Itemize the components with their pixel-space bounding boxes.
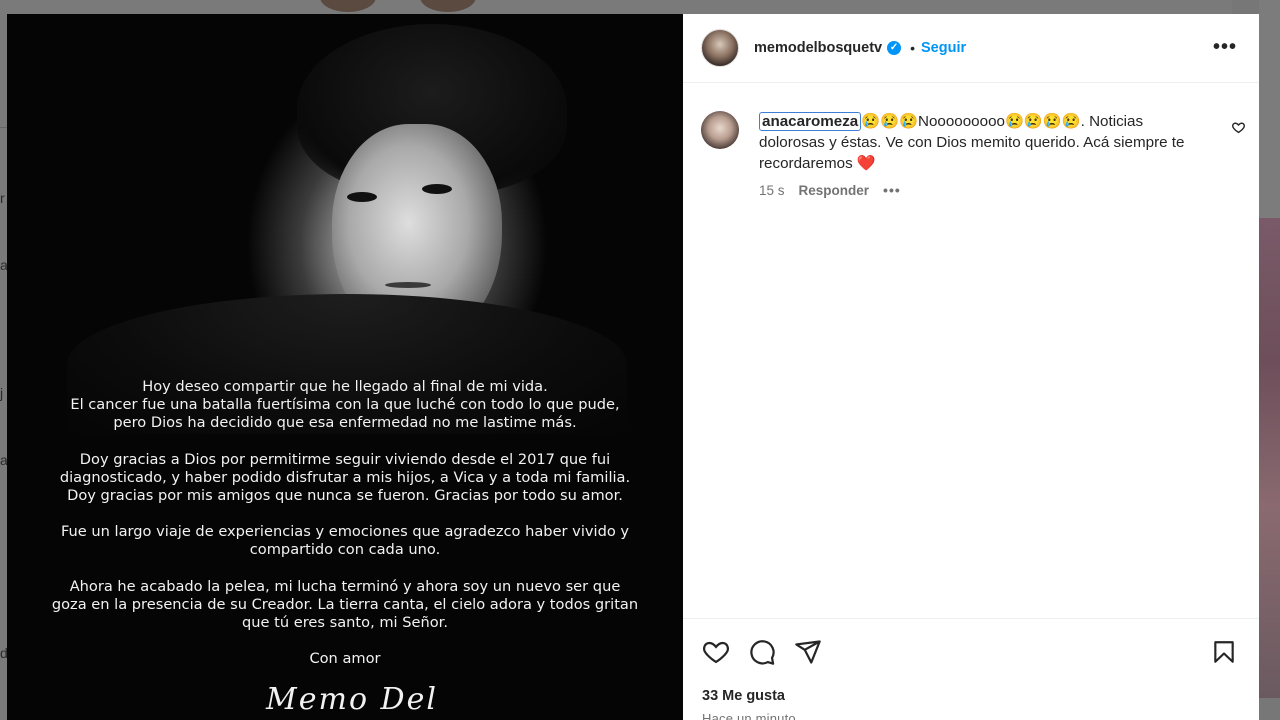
letter-line: El cancer fue una batalla fuertísima con… bbox=[70, 396, 620, 414]
post-header: memodelbosquetv ✓ • Seguir ••• bbox=[683, 14, 1259, 83]
letter-line: diagnosticado, y haber podido disfrutar … bbox=[59, 468, 631, 486]
comment-meta: 15 s Responder ••• bbox=[759, 182, 1209, 198]
comment-item: anacaromeza 😢😢😢Nooooooooo😢😢😢😢. Noticias d… bbox=[701, 111, 1241, 198]
letter-line: pero Dios ha decidido que esa enfermedad… bbox=[113, 414, 577, 432]
farewell-letter: Hoy deseo compartir que he llegado al fi… bbox=[37, 378, 653, 668]
signature: Memo Del Bosque bbox=[266, 682, 438, 720]
share-icon bbox=[795, 640, 821, 664]
heart-icon bbox=[703, 641, 729, 664]
reply-button[interactable]: Responder bbox=[799, 183, 870, 198]
verified-badge-icon: ✓ bbox=[887, 41, 902, 55]
action-icons bbox=[701, 637, 823, 667]
crying-emoji: 😢😢😢 bbox=[861, 113, 918, 130]
commenter-username[interactable]: anacaromeza bbox=[759, 112, 862, 131]
background-text: r bbox=[0, 190, 5, 206]
comment-more-button[interactable]: ••• bbox=[883, 182, 901, 198]
letter-closing: Con amor bbox=[309, 650, 381, 668]
share-button[interactable] bbox=[793, 637, 823, 667]
crying-emoji: 😢😢😢😢 bbox=[1004, 113, 1081, 130]
letter-paragraph: Ahora he acabado la pelea, mi lucha term… bbox=[37, 578, 653, 633]
comment-icon bbox=[750, 640, 775, 665]
background-image bbox=[1259, 218, 1280, 698]
comment-body: anacaromeza 😢😢😢Nooooooooo😢😢😢😢. Noticias d… bbox=[759, 111, 1209, 198]
post-actions: 33 Me gusta Hace un minuto bbox=[683, 618, 1259, 720]
header-separator: • bbox=[910, 40, 916, 56]
letter-line: Ahora he acabado la pelea, mi lucha term… bbox=[69, 577, 621, 595]
post-modal: Hoy deseo compartir que he llegado al fi… bbox=[7, 14, 1259, 720]
post-image: Hoy deseo compartir que he llegado al fi… bbox=[7, 14, 683, 720]
save-button[interactable] bbox=[1209, 637, 1239, 667]
letter-paragraph: Doy gracias a Dios por permitirme seguir… bbox=[37, 451, 653, 506]
letter-paragraph: Fue un largo viaje de experiencias y emo… bbox=[37, 523, 653, 559]
red-heart-emoji: ❤️ bbox=[856, 155, 876, 172]
portrait-mouth bbox=[385, 282, 431, 288]
post-time: Hace un minuto bbox=[702, 711, 796, 720]
comment-time: 15 s bbox=[759, 182, 785, 198]
letter-line: compartido con cada uno. bbox=[249, 541, 441, 559]
likes-count[interactable]: 33 Me gusta bbox=[702, 688, 785, 704]
like-button[interactable] bbox=[701, 637, 731, 667]
commenter-avatar[interactable] bbox=[701, 111, 739, 149]
bookmark-icon bbox=[1214, 641, 1234, 663]
letter-line: Hoy deseo compartir que he llegado al fi… bbox=[142, 378, 548, 395]
author-username[interactable]: memodelbosquetv bbox=[754, 40, 882, 56]
portrait-eye bbox=[347, 192, 377, 202]
background-text: j bbox=[0, 385, 4, 401]
letter-paragraph: Hoy deseo compartir que he llegado al fi… bbox=[37, 378, 653, 433]
comment-text-part: Nooooooooo bbox=[917, 113, 1005, 130]
comment-like-button[interactable] bbox=[1232, 121, 1245, 139]
background-strip bbox=[1259, 0, 1280, 218]
post-sidebar: memodelbosquetv ✓ • Seguir ••• anacarome… bbox=[683, 14, 1259, 720]
follow-button[interactable]: Seguir bbox=[921, 40, 966, 56]
letter-line: Fue un largo viaje de experiencias y emo… bbox=[60, 523, 630, 541]
letter-line: goza en la presencia de su Creador. La t… bbox=[51, 595, 639, 613]
more-options-button[interactable]: ••• bbox=[1213, 36, 1237, 59]
letter-line: Doy gracias a Dios por permitirme seguir… bbox=[79, 450, 611, 468]
heart-icon bbox=[1232, 122, 1245, 134]
portrait-eye bbox=[422, 184, 452, 194]
letter-line: que tú eres santo, mi Señor. bbox=[242, 614, 448, 632]
letter-line: Doy gracias por mis amigos que nunca se … bbox=[67, 487, 623, 505]
comment-button[interactable] bbox=[747, 637, 777, 667]
author-avatar[interactable] bbox=[701, 29, 739, 67]
comment-text: anacaromeza 😢😢😢Nooooooooo😢😢😢😢. Noticias d… bbox=[759, 111, 1209, 174]
